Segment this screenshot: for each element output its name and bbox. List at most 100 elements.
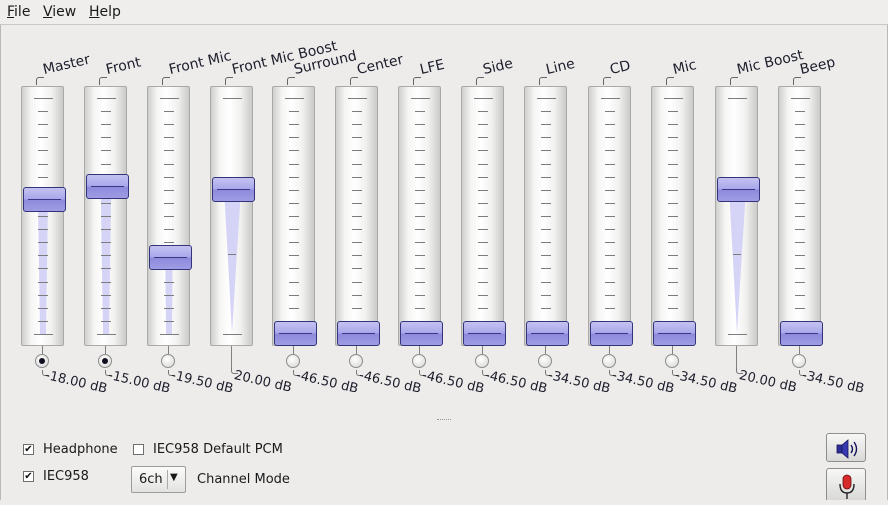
scale-tick <box>352 268 362 269</box>
iec958-switch[interactable]: ✔ IEC958 <box>23 469 89 484</box>
menu-view[interactable]: View <box>43 4 76 20</box>
volume-slider[interactable] <box>461 86 506 346</box>
volume-slider-thumb[interactable] <box>86 174 129 199</box>
volume-slider[interactable] <box>588 86 633 346</box>
scale-tick <box>352 164 362 165</box>
menu-file[interactable]: File <box>7 4 30 20</box>
capture-source-radio[interactable] <box>538 354 552 368</box>
volume-slider[interactable] <box>84 86 129 346</box>
playback-view-button[interactable] <box>826 433 866 462</box>
scale-tick <box>164 242 174 243</box>
capture-source-radio[interactable] <box>602 354 616 368</box>
volume-slider-thumb[interactable] <box>337 321 380 346</box>
scale-tick <box>541 242 551 243</box>
volume-db-label: -46.50 dB <box>420 368 486 397</box>
scale-tick <box>289 137 299 138</box>
scale-tick <box>289 255 299 256</box>
scale-tick <box>289 111 299 112</box>
scale-tick <box>101 164 111 165</box>
capture-source-radio[interactable] <box>792 354 806 368</box>
scale-tick <box>668 137 678 138</box>
scale-tick <box>478 242 488 243</box>
iec958-label: IEC958 <box>43 469 89 484</box>
menu-bar: File View Help <box>0 0 888 25</box>
select-separator <box>167 470 168 489</box>
volume-slider[interactable] <box>272 86 317 346</box>
capture-source-radio[interactable] <box>349 354 363 368</box>
scale-tick <box>101 111 111 112</box>
volume-slider[interactable] <box>524 86 569 346</box>
label-connector <box>162 77 170 85</box>
scale-tick <box>38 164 48 165</box>
volume-slider[interactable] <box>778 86 823 346</box>
capture-source-radio[interactable] <box>665 354 679 368</box>
scale-tick <box>352 295 362 296</box>
scale-tick <box>664 98 683 99</box>
scale-tick <box>352 137 362 138</box>
scale-tick <box>415 111 425 112</box>
capture-source-radio[interactable] <box>98 354 112 368</box>
scale-tick <box>668 203 678 204</box>
scale-tick <box>605 177 615 178</box>
volume-slider-thumb[interactable] <box>212 177 255 202</box>
capture-source-radio[interactable] <box>161 354 175 368</box>
volume-slider[interactable] <box>335 86 380 346</box>
pane-divider-grip[interactable] <box>437 419 451 423</box>
iec958-default-pcm-switch[interactable]: IEC958 Default PCM <box>133 442 283 457</box>
volume-slider[interactable] <box>147 86 192 346</box>
scale-tick <box>415 295 425 296</box>
volume-slider[interactable] <box>21 86 66 346</box>
scale-tick <box>164 150 174 151</box>
volume-slider[interactable] <box>398 86 443 346</box>
label-connector <box>350 77 358 85</box>
capture-source-radio[interactable] <box>286 354 300 368</box>
channel-mode-select[interactable]: 6ch ▼ <box>131 466 186 493</box>
volume-slider-thumb[interactable] <box>274 321 317 346</box>
menu-help[interactable]: Help <box>89 4 121 20</box>
volume-slider[interactable] <box>651 86 696 346</box>
scale-tick <box>478 268 488 269</box>
headphone-checkbox[interactable]: ✔ <box>23 444 34 455</box>
volume-db-label: -34.50 dB <box>610 368 676 397</box>
window-border-left <box>0 25 1 500</box>
volume-slider[interactable] <box>210 86 255 346</box>
iec958-checkbox[interactable]: ✔ <box>23 471 34 482</box>
scale-tick <box>541 164 551 165</box>
scale-tick <box>668 177 678 178</box>
scale-tick <box>411 98 430 99</box>
scale-tick <box>541 308 551 309</box>
volume-slider-thumb[interactable] <box>149 245 192 270</box>
volume-slider-thumb[interactable] <box>653 321 696 346</box>
scale-tick <box>289 177 299 178</box>
scale-tick <box>101 124 111 125</box>
scale-tick <box>160 334 179 335</box>
capture-source-radio[interactable] <box>412 354 426 368</box>
scale-tick <box>289 268 299 269</box>
channel-label: Front <box>104 54 143 78</box>
channel-mode-value: 6ch <box>139 472 163 487</box>
scale-tick <box>795 216 805 217</box>
volume-slider-thumb[interactable] <box>780 321 823 346</box>
scale-tick <box>285 98 304 99</box>
volume-slider-thumb[interactable] <box>526 321 569 346</box>
scale-tick <box>605 295 615 296</box>
scale-tick <box>101 229 111 230</box>
scale-tick <box>101 216 111 217</box>
scale-tick <box>164 216 174 217</box>
scale-tick <box>352 124 362 125</box>
headphone-switch[interactable]: ✔ Headphone <box>23 442 118 457</box>
scale-tick <box>101 308 111 309</box>
capture-source-radio[interactable] <box>35 354 49 368</box>
scale-tick <box>478 164 488 165</box>
volume-slider-thumb[interactable] <box>23 187 66 212</box>
volume-slider-thumb[interactable] <box>463 321 506 346</box>
scale-tick <box>38 216 48 217</box>
volume-slider-thumb[interactable] <box>717 177 760 202</box>
capture-view-button[interactable] <box>826 468 866 500</box>
iec958-default-pcm-checkbox[interactable] <box>133 444 144 455</box>
capture-source-radio[interactable] <box>475 354 489 368</box>
scale-tick <box>795 177 805 178</box>
volume-slider-thumb[interactable] <box>590 321 633 346</box>
volume-slider[interactable] <box>715 86 760 346</box>
volume-slider-thumb[interactable] <box>400 321 443 346</box>
